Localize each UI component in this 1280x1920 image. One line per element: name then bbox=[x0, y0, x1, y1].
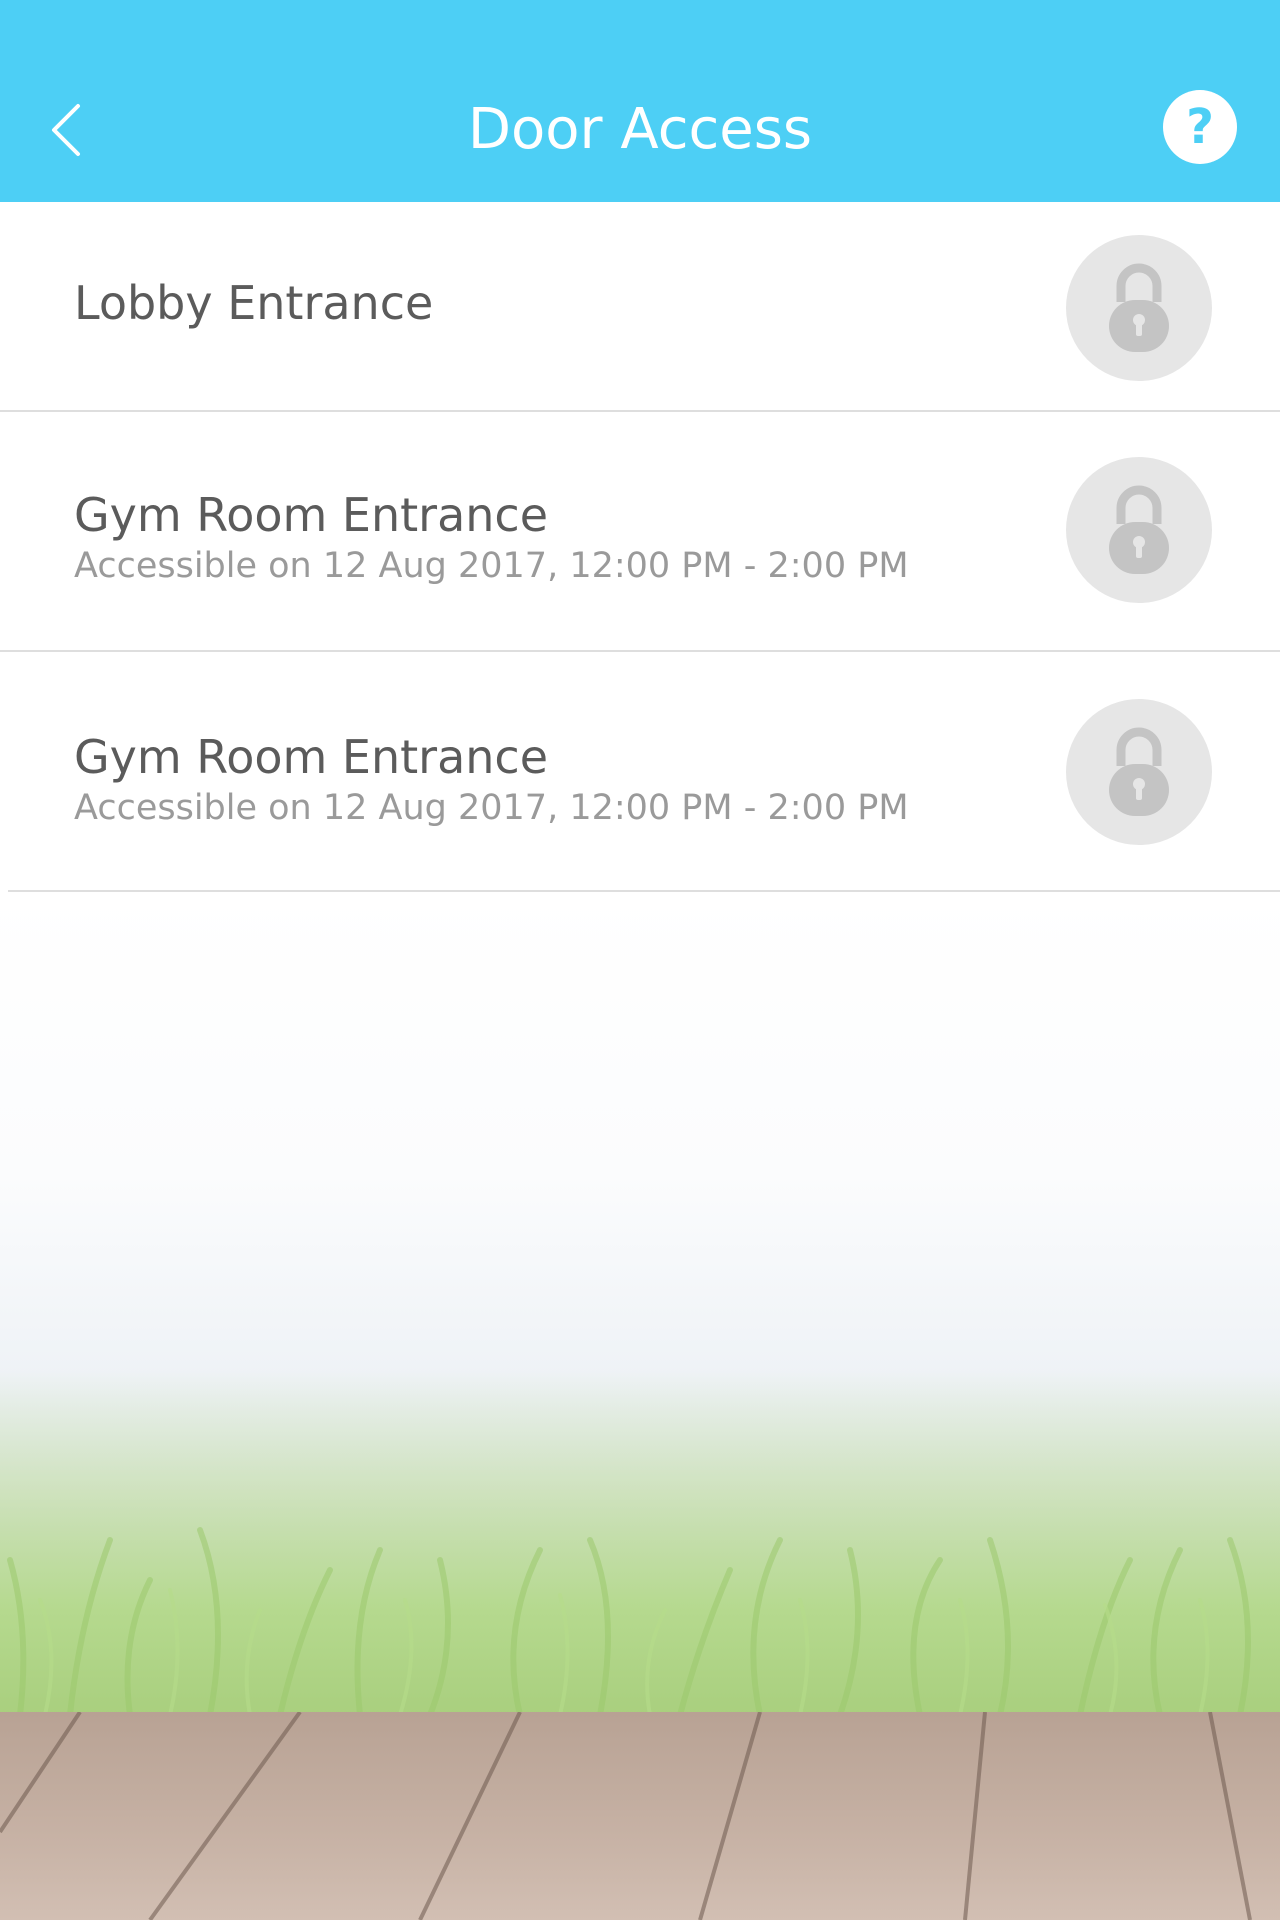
padlock-icon bbox=[1109, 485, 1169, 574]
door-name: Gym Room Entrance bbox=[74, 488, 549, 542]
door-list: Lobby Entrance Gym Room Entrance Accessi… bbox=[0, 202, 1280, 892]
help-button[interactable]: ? bbox=[1163, 90, 1237, 164]
door-schedule: Accessible on 12 Aug 2017, 12:00 PM - 2:… bbox=[74, 788, 909, 828]
door-item-lobby-entrance[interactable]: Lobby Entrance bbox=[0, 202, 1280, 412]
door-name: Lobby Entrance bbox=[74, 276, 434, 330]
padlock-icon bbox=[1109, 263, 1169, 352]
door-item-gym-room-entrance[interactable]: Gym Room Entrance Accessible on 12 Aug 2… bbox=[8, 652, 1280, 892]
door-name: Gym Room Entrance bbox=[74, 730, 549, 784]
page-title: Door Access bbox=[467, 97, 813, 162]
door-schedule: Accessible on 12 Aug 2017, 12:00 PM - 2:… bbox=[74, 546, 909, 586]
grass-blades bbox=[7, 1527, 1251, 1715]
door-item-gym-room-entrance[interactable]: Gym Room Entrance Accessible on 12 Aug 2… bbox=[0, 412, 1280, 652]
deck-planks bbox=[0, 1712, 1252, 1920]
unlock-button[interactable] bbox=[1066, 235, 1212, 381]
background-deck bbox=[0, 1712, 1280, 1920]
help-icon: ? bbox=[1186, 99, 1214, 155]
unlock-button[interactable] bbox=[1066, 699, 1212, 845]
app-header: Door Access ? bbox=[0, 0, 1280, 202]
padlock-icon bbox=[1109, 727, 1169, 816]
background-scene bbox=[0, 890, 1280, 1920]
unlock-button[interactable] bbox=[1066, 457, 1212, 603]
